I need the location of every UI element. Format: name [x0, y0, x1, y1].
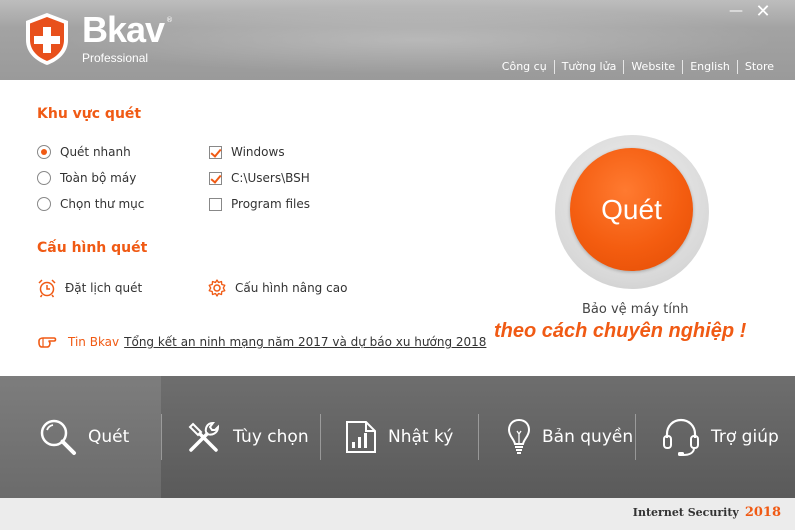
checkbox-label: C:\Users\BSH — [231, 171, 310, 185]
light-bulb-icon — [507, 418, 531, 454]
link-english[interactable]: English — [683, 60, 737, 74]
checkbox-user-folder[interactable]: C:\Users\BSH — [209, 171, 310, 185]
product-year: 2018 — [744, 505, 781, 520]
edition-label: Professional — [82, 51, 149, 65]
title-bar: Bkav ® Professional — ✕ Công cụ Tường lử… — [0, 0, 795, 80]
radio-choose-folder[interactable]: Chọn thư mục — [37, 197, 144, 211]
checkbox-indicator[interactable] — [209, 171, 222, 185]
checkbox-indicator[interactable] — [209, 197, 222, 211]
tools-icon — [188, 421, 220, 452]
nav-divider — [478, 414, 479, 460]
checkbox-label: Windows — [231, 145, 285, 159]
link-tools[interactable]: Công cụ — [495, 60, 554, 74]
checkbox-program-files[interactable]: Program files — [209, 197, 310, 211]
advanced-config-link[interactable]: Cấu hình nâng cao — [207, 278, 347, 298]
gear-icon — [208, 279, 226, 297]
radio-full-scan[interactable]: Toàn bộ máy — [37, 171, 136, 185]
schedule-scan-link[interactable]: Đặt lịch quét — [37, 278, 142, 298]
brand-name: Bkav — [82, 9, 165, 50]
status-footer: Internet Security 2018 — [0, 498, 795, 530]
nav-divider — [161, 414, 162, 460]
checkbox-label: Program files — [231, 197, 310, 211]
slogan-line1: Bảo vệ máy tính — [582, 302, 689, 317]
news-label: Tin Bkav — [68, 335, 120, 349]
news-bar: Tin Bkav Tổng kết an ninh mạng năm 2017 … — [37, 333, 486, 351]
radio-indicator[interactable] — [37, 171, 51, 185]
link-store[interactable]: Store — [738, 60, 781, 74]
scan-config-title: Cấu hình quét — [37, 240, 148, 256]
bkav-shield-logo — [26, 13, 68, 65]
slogan-line2: theo cách chuyên nghiệp ! — [494, 320, 747, 342]
nav-options-label: Tùy chọn — [233, 427, 309, 447]
product-name: Internet Security 2018 — [633, 505, 781, 520]
radio-quick-scan[interactable]: Quét nhanh — [37, 145, 131, 159]
radio-label: Quét nhanh — [60, 145, 131, 159]
report-chart-icon — [346, 421, 376, 453]
checkbox-windows[interactable]: Windows — [209, 145, 285, 159]
checkbox-indicator[interactable] — [209, 145, 222, 159]
radio-label: Chọn thư mục — [60, 197, 145, 211]
nav-divider — [635, 414, 636, 460]
nav-license[interactable]: Bản quyền — [478, 376, 635, 498]
link-firewall[interactable]: Tường lửa — [555, 60, 624, 74]
news-headline-link[interactable]: Tổng kết an ninh mạng năm 2017 và dự báo… — [124, 335, 486, 349]
link-website[interactable]: Website — [624, 60, 682, 74]
advanced-config-label: Cấu hình nâng cao — [235, 281, 348, 295]
alarm-clock-icon — [38, 279, 56, 298]
scan-area-title: Khu vực quét — [37, 106, 142, 122]
close-button[interactable]: ✕ — [754, 3, 772, 21]
radio-label: Toàn bộ máy — [60, 171, 137, 185]
nav-help-label: Trợ giúp — [711, 427, 779, 447]
bottom-nav: Quét Tùy chọn Nhật ký Bản quyền Trợ giúp — [0, 376, 795, 498]
magnifier-icon — [40, 419, 76, 455]
nav-scan[interactable]: Quét — [0, 376, 161, 498]
nav-scan-label: Quét — [88, 427, 130, 447]
minimize-button[interactable]: — — [727, 4, 745, 22]
headset-icon — [663, 418, 699, 456]
nav-license-label: Bản quyền — [542, 427, 634, 447]
nav-options[interactable]: Tùy chọn — [161, 376, 320, 498]
main-panel: Khu vực quét Quét nhanh Toàn bộ máy Chọn… — [0, 80, 795, 376]
top-links: Công cụ Tường lửa Website English Store — [495, 60, 781, 74]
schedule-scan-label: Đặt lịch quét — [65, 281, 143, 295]
nav-log[interactable]: Nhật ký — [320, 376, 478, 498]
nav-help[interactable]: Trợ giúp — [635, 376, 795, 498]
radio-indicator[interactable] — [37, 145, 51, 159]
nav-divider — [320, 414, 321, 460]
radio-indicator[interactable] — [37, 197, 51, 211]
nav-log-label: Nhật ký — [388, 427, 454, 447]
pointing-hand-icon — [38, 337, 57, 348]
product-title: Internet Security — [632, 506, 739, 519]
registered-mark: ® — [166, 16, 173, 24]
scan-button[interactable]: Quét — [570, 148, 693, 271]
